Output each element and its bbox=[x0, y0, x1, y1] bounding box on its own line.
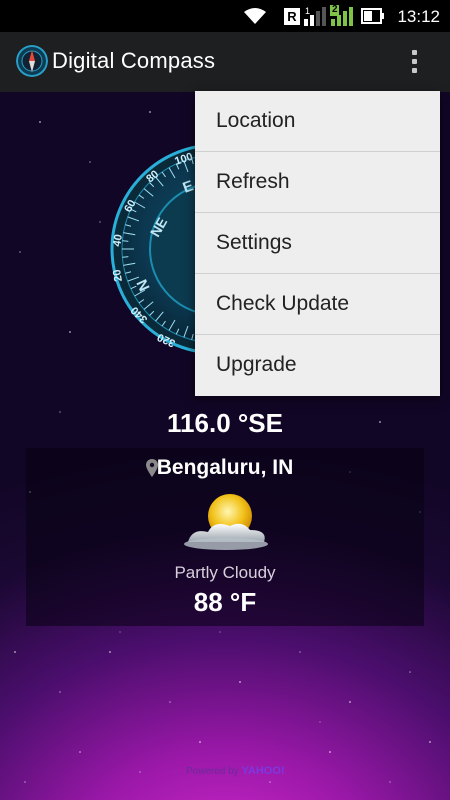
overflow-dot bbox=[412, 59, 417, 64]
svg-text:1: 1 bbox=[305, 6, 310, 16]
weather-temperature: 88 °F bbox=[193, 587, 257, 617]
menu-item-label: Location bbox=[216, 109, 296, 132]
wifi-icon bbox=[244, 8, 266, 24]
weather-location: Bengaluru, IN bbox=[156, 456, 294, 479]
partly-cloudy-icon bbox=[184, 494, 268, 550]
compass-heading: 116.0 °SE bbox=[167, 408, 283, 438]
menu-item-label: Upgrade bbox=[216, 353, 297, 376]
menu-item-check-update[interactable]: Check Update bbox=[195, 274, 440, 335]
overflow-menu-button[interactable] bbox=[400, 46, 428, 78]
overflow-dot bbox=[412, 68, 417, 73]
app-title: Digital Compass bbox=[52, 48, 216, 73]
status-bar: R 1 2 13:12 bbox=[0, 0, 450, 32]
overflow-menu: Location Refresh Settings Check Update U… bbox=[195, 91, 440, 396]
menu-item-refresh[interactable]: Refresh bbox=[195, 152, 440, 213]
weather-panel[interactable]: Bengaluru, IN Partly Cloudy 88 °F bbox=[26, 448, 424, 626]
roaming-r-icon: R bbox=[284, 8, 300, 25]
signal-bars-1-icon: 1 bbox=[304, 6, 326, 26]
menu-item-upgrade[interactable]: Upgrade bbox=[195, 335, 440, 396]
menu-item-settings[interactable]: Settings bbox=[195, 213, 440, 274]
weather-condition: Partly Cloudy bbox=[174, 563, 276, 582]
powered-by-label: Powered by bbox=[186, 766, 239, 777]
menu-item-label: Check Update bbox=[216, 292, 350, 315]
menu-item-label: Refresh bbox=[216, 170, 290, 193]
battery-icon bbox=[361, 8, 384, 24]
action-bar: Digital Compass bbox=[0, 32, 450, 92]
status-time: 13:12 bbox=[397, 7, 440, 26]
overflow-dot bbox=[412, 50, 417, 55]
sim2-label: 2 bbox=[332, 4, 338, 15]
degree-label: 20 bbox=[111, 268, 125, 282]
degree-label: 40 bbox=[111, 233, 125, 247]
yahoo-logo: YAHOO! bbox=[241, 765, 285, 777]
menu-item-location[interactable]: Location bbox=[195, 91, 440, 152]
yahoo-attribution[interactable]: Powered by YAHOO! bbox=[186, 765, 285, 777]
menu-item-label: Settings bbox=[216, 231, 292, 254]
compass-app-icon[interactable] bbox=[16, 45, 48, 77]
compass-tick bbox=[122, 256, 129, 258]
